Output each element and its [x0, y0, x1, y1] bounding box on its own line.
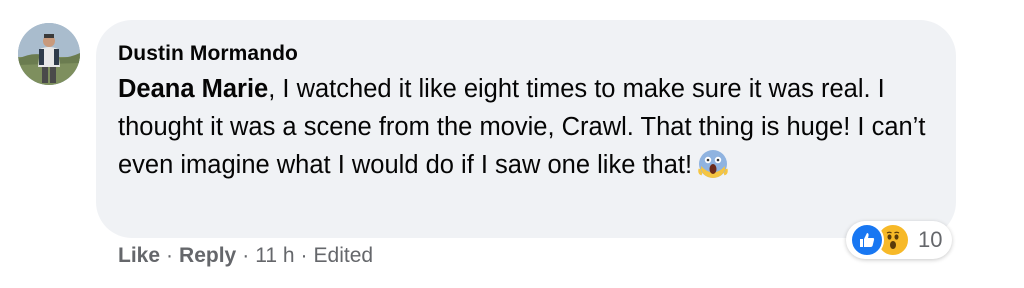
like-reaction-icon — [850, 223, 884, 257]
avatar[interactable] — [18, 23, 80, 85]
separator-dot: · — [242, 244, 250, 267]
comment-timestamp[interactable]: 11 h — [255, 244, 294, 268]
screaming-face-emoji-icon — [698, 149, 728, 179]
comment-bubble: Dustin Mormando Deana Marie, I watched i… — [96, 20, 956, 238]
comment-text: Deana Marie, I watched it like eight tim… — [118, 70, 938, 184]
separator-dot: · — [300, 244, 308, 267]
comment-author[interactable]: Dustin Mormando — [118, 42, 298, 66]
mention-link[interactable]: Deana Marie — [118, 75, 268, 103]
comment: Dustin Mormando Deana Marie, I watched i… — [0, 0, 1024, 288]
reply-button[interactable]: Reply — [179, 244, 236, 268]
reaction-count: 10 — [918, 227, 943, 252]
avatar-photo — [18, 23, 80, 85]
comment-actions: Like · Reply · 11 h · Edited — [118, 244, 373, 268]
edited-label[interactable]: Edited — [314, 244, 374, 268]
separator-dot: · — [166, 244, 174, 267]
reactions-summary[interactable]: 10 — [846, 221, 953, 259]
like-button[interactable]: Like — [118, 244, 160, 268]
